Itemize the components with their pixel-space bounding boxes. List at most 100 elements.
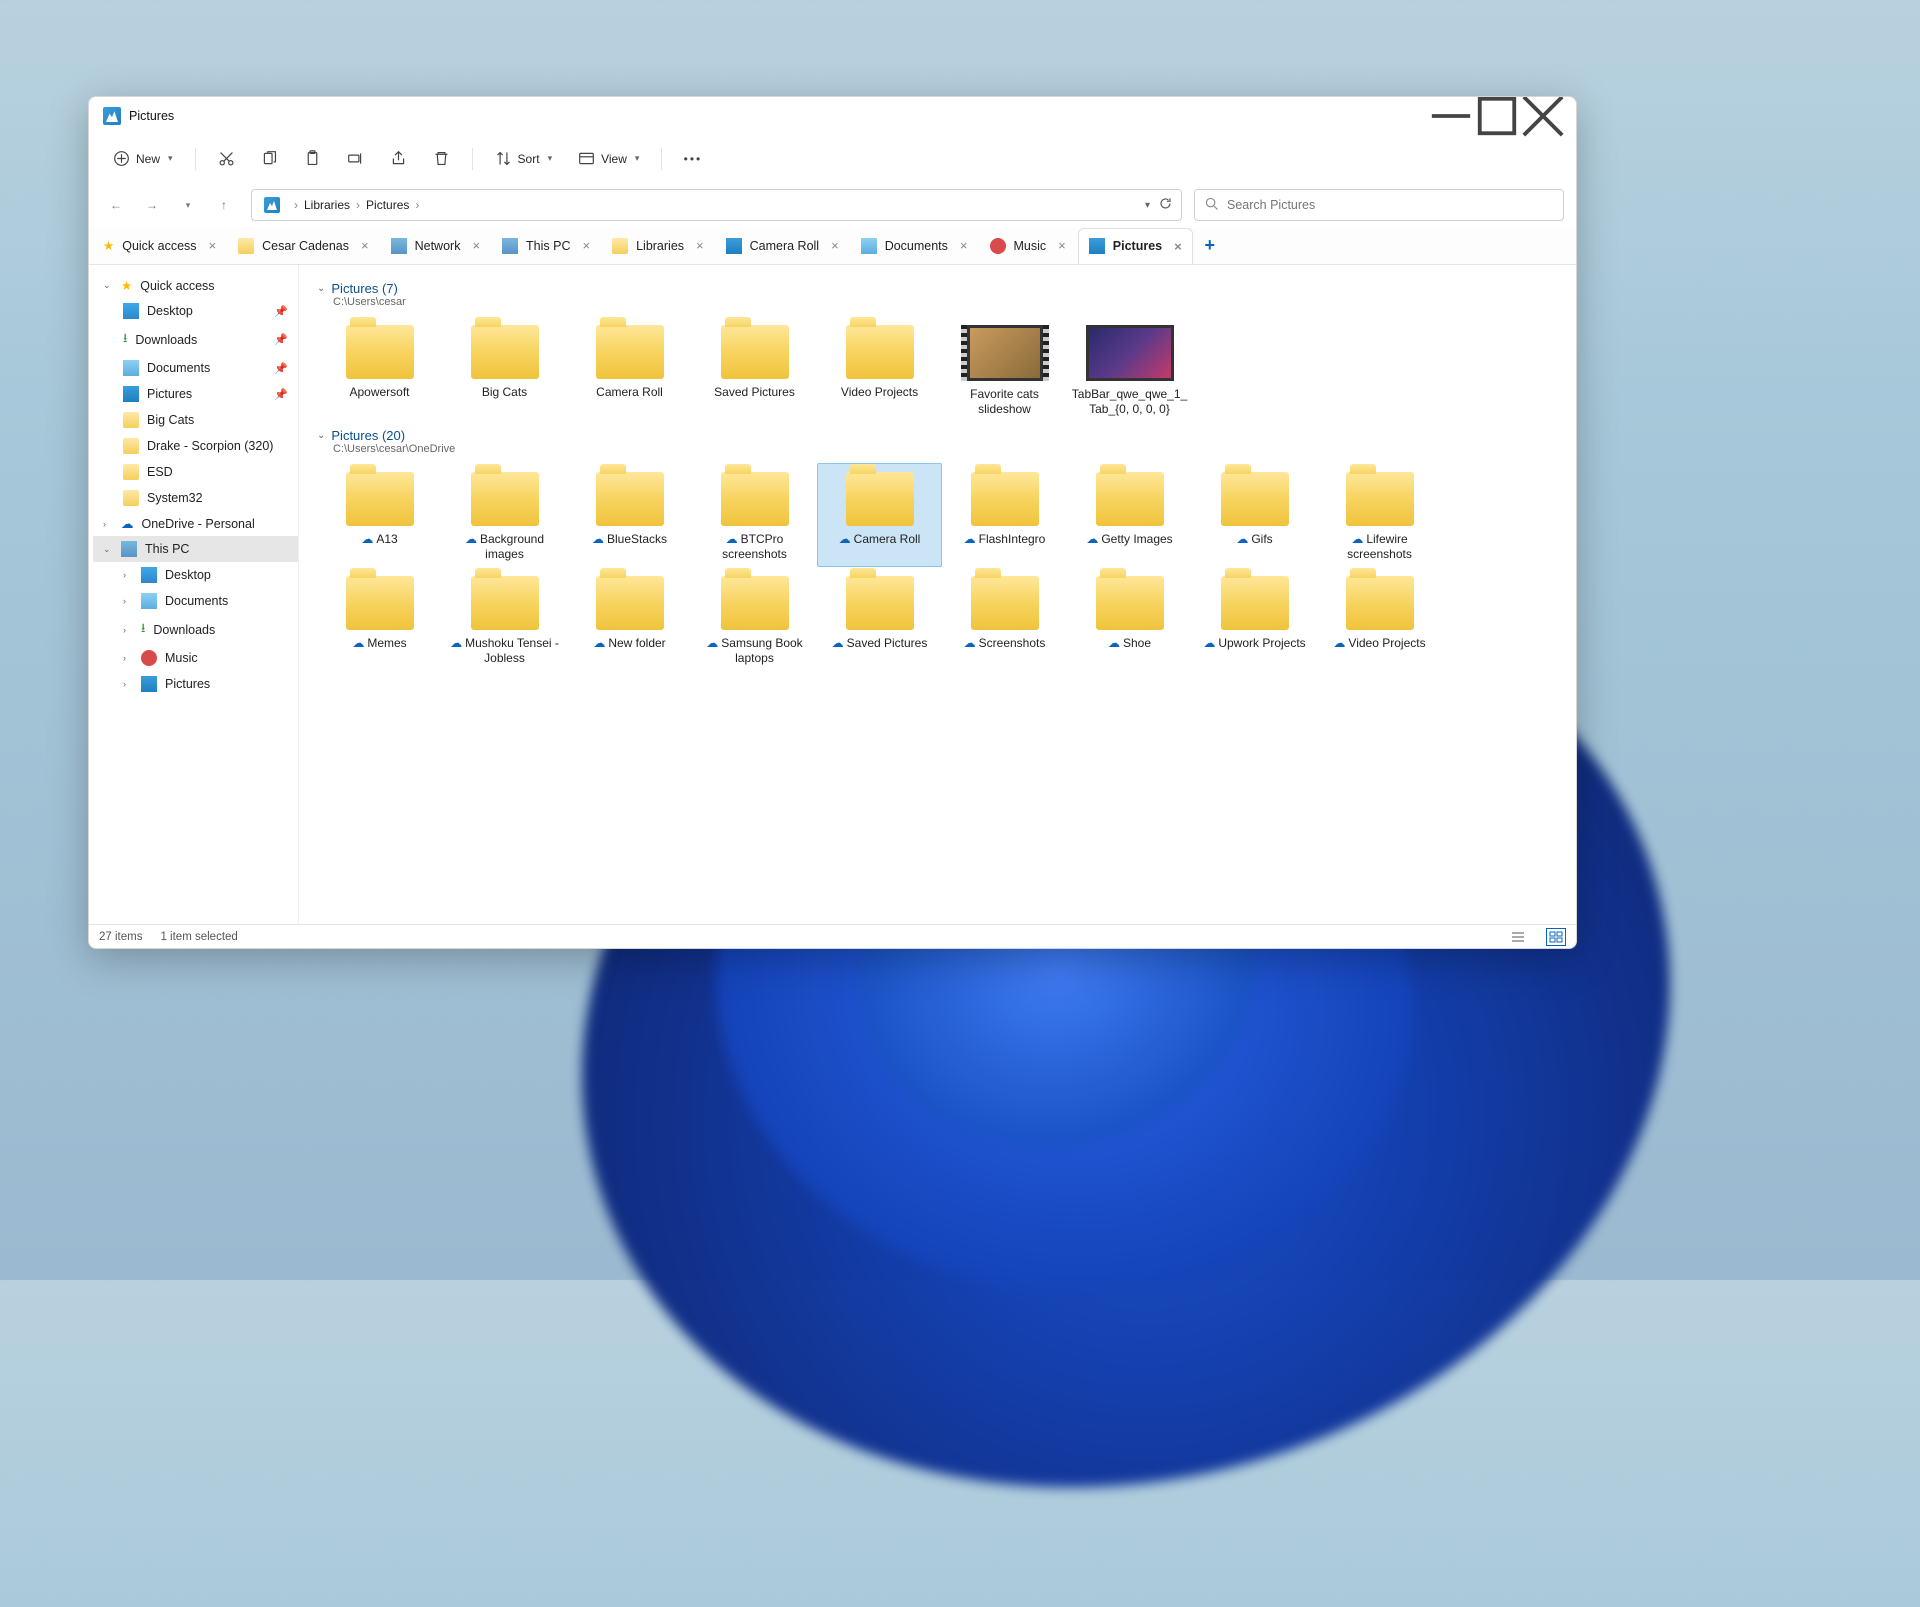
search-box[interactable] (1194, 189, 1564, 221)
refresh-button[interactable] (1158, 196, 1173, 214)
more-button[interactable]: ••• (674, 144, 711, 173)
sidebar-item-big-cats[interactable]: Big Cats (93, 407, 298, 433)
close-tab-icon[interactable]: × (472, 238, 480, 253)
sidebar-item-desktop[interactable]: Desktop📌 (93, 298, 298, 324)
tab-cesar-cadenas[interactable]: Cesar Cadenas× (228, 228, 378, 264)
cloud-icon: ☁ (450, 636, 462, 650)
file-item[interactable]: ☁Background images (442, 463, 567, 567)
file-item[interactable]: TabBar_qwe_qwe_1_Tab_{0, 0, 0, 0} (1067, 316, 1192, 422)
close-tab-icon[interactable]: × (1058, 238, 1066, 253)
cloud-icon: ☁ (593, 636, 605, 650)
cloud-icon: ☁ (1236, 532, 1248, 546)
sidebar-item-esd[interactable]: ESD (93, 459, 298, 485)
sidebar-item-music[interactable]: ›Music (93, 645, 298, 671)
file-item[interactable]: ☁Gifs (1192, 463, 1317, 567)
forward-button[interactable]: → (137, 190, 167, 220)
cloud-icon: ☁ (706, 636, 718, 650)
file-item[interactable]: Camera Roll (567, 316, 692, 422)
file-item[interactable]: ☁Memes (317, 567, 442, 671)
rename-button[interactable] (337, 144, 374, 173)
sort-button[interactable]: Sort ▾ (485, 144, 563, 173)
file-item[interactable]: ☁Video Projects (1317, 567, 1442, 671)
close-tab-icon[interactable]: × (361, 238, 369, 253)
file-item[interactable]: Saved Pictures (692, 316, 817, 422)
item-label: ☁Memes (352, 636, 406, 651)
file-item[interactable]: ☁Lifewire screenshots (1317, 463, 1442, 567)
sidebar-item-desktop[interactable]: ›Desktop (93, 562, 298, 588)
sidebar-item-documents[interactable]: ›Documents (93, 588, 298, 614)
up-button[interactable]: ↑ (209, 190, 239, 220)
copy-button[interactable] (251, 144, 288, 173)
maximize-button[interactable] (1474, 97, 1520, 135)
file-item[interactable]: Favorite cats slideshow (942, 316, 1067, 422)
close-button[interactable] (1520, 97, 1566, 135)
sidebar-quick-access[interactable]: ⌄★Quick access (93, 273, 298, 298)
pictures-icon (1089, 238, 1105, 254)
folder-icon (238, 238, 254, 254)
file-item[interactable]: Big Cats (442, 316, 567, 422)
new-button[interactable]: New ▾ (103, 144, 183, 173)
group-header[interactable]: ⌄Pictures (20) (317, 428, 1558, 443)
file-item[interactable]: ☁Saved Pictures (817, 567, 942, 671)
sidebar-item-pictures[interactable]: Pictures📌 (93, 381, 298, 407)
tab-documents[interactable]: Documents× (851, 228, 978, 264)
file-item[interactable]: ☁A13 (317, 463, 442, 567)
file-item[interactable]: ☁Camera Roll (817, 463, 942, 567)
documents-icon (123, 360, 139, 376)
sidebar-item-documents[interactable]: Documents📌 (93, 355, 298, 381)
file-item[interactable]: ☁BlueStacks (567, 463, 692, 567)
recent-button[interactable]: ▾ (173, 190, 203, 220)
sidebar-this-pc[interactable]: ⌄This PC (93, 536, 298, 562)
group-title: Pictures (7) (331, 281, 397, 296)
delete-button[interactable] (423, 144, 460, 173)
sidebar-item-downloads[interactable]: ⭳Downloads📌 (93, 324, 298, 355)
sidebar-item-pictures[interactable]: ›Pictures (93, 671, 298, 697)
minimize-button[interactable] (1428, 97, 1474, 135)
group-header[interactable]: ⌄Pictures (7) (317, 281, 1558, 296)
tab-this-pc[interactable]: This PC× (492, 228, 600, 264)
tab-quick-access[interactable]: ★Quick access× (93, 228, 226, 264)
breadcrumb-pictures[interactable]: Pictures (366, 198, 409, 212)
tab-libraries[interactable]: Libraries× (602, 228, 714, 264)
sidebar-item-system32[interactable]: System32 (93, 485, 298, 511)
file-item[interactable]: ☁Mushoku Tensei - Jobless (442, 567, 567, 671)
tab-pictures[interactable]: Pictures× (1078, 228, 1193, 264)
close-tab-icon[interactable]: × (831, 238, 839, 253)
close-tab-icon[interactable]: × (583, 238, 591, 253)
view-button[interactable]: View ▾ (568, 144, 649, 173)
close-tab-icon[interactable]: × (209, 238, 217, 253)
file-item[interactable]: Apowersoft (317, 316, 442, 422)
file-item[interactable]: ☁FlashIntegro (942, 463, 1067, 567)
file-item[interactable]: ☁New folder (567, 567, 692, 671)
close-tab-icon[interactable]: × (696, 238, 704, 253)
file-item[interactable]: ☁Samsung Book laptops (692, 567, 817, 671)
breadcrumb-libraries[interactable]: Libraries (304, 198, 350, 212)
paste-button[interactable] (294, 144, 331, 173)
sidebar-onedrive[interactable]: ›☁OneDrive - Personal (93, 511, 298, 536)
sidebar-item-drake-scorpion-320-[interactable]: Drake - Scorpion (320) (93, 433, 298, 459)
file-item[interactable]: ☁Upwork Projects (1192, 567, 1317, 671)
close-tab-icon[interactable]: × (1174, 239, 1182, 254)
file-item[interactable]: ☁Screenshots (942, 567, 1067, 671)
new-tab-button[interactable]: + (1195, 231, 1225, 261)
cloud-icon: ☁ (352, 636, 364, 650)
share-button[interactable] (380, 144, 417, 173)
tab-network[interactable]: Network× (381, 228, 490, 264)
cloud-icon: ☁ (1351, 532, 1363, 546)
icons-view-button[interactable] (1546, 928, 1566, 946)
file-item[interactable]: Video Projects (817, 316, 942, 422)
search-input[interactable] (1227, 198, 1553, 212)
address-bar[interactable]: › Libraries › Pictures › ▾ (251, 189, 1182, 221)
tab-camera-roll[interactable]: Camera Roll× (716, 228, 849, 264)
details-view-button[interactable] (1508, 928, 1528, 946)
close-tab-icon[interactable]: × (960, 238, 968, 253)
file-item[interactable]: ☁BTCPro screenshots (692, 463, 817, 567)
chevron-down-icon[interactable]: ▾ (1145, 200, 1150, 211)
back-button[interactable]: ← (101, 190, 131, 220)
file-item[interactable]: ☁Shoe (1067, 567, 1192, 671)
file-item[interactable]: ☁Getty Images (1067, 463, 1192, 567)
item-label: ☁Getty Images (1086, 532, 1172, 547)
cut-button[interactable] (208, 144, 245, 173)
tab-music[interactable]: Music× (980, 228, 1076, 264)
sidebar-item-downloads[interactable]: ›⭳Downloads (93, 614, 298, 645)
